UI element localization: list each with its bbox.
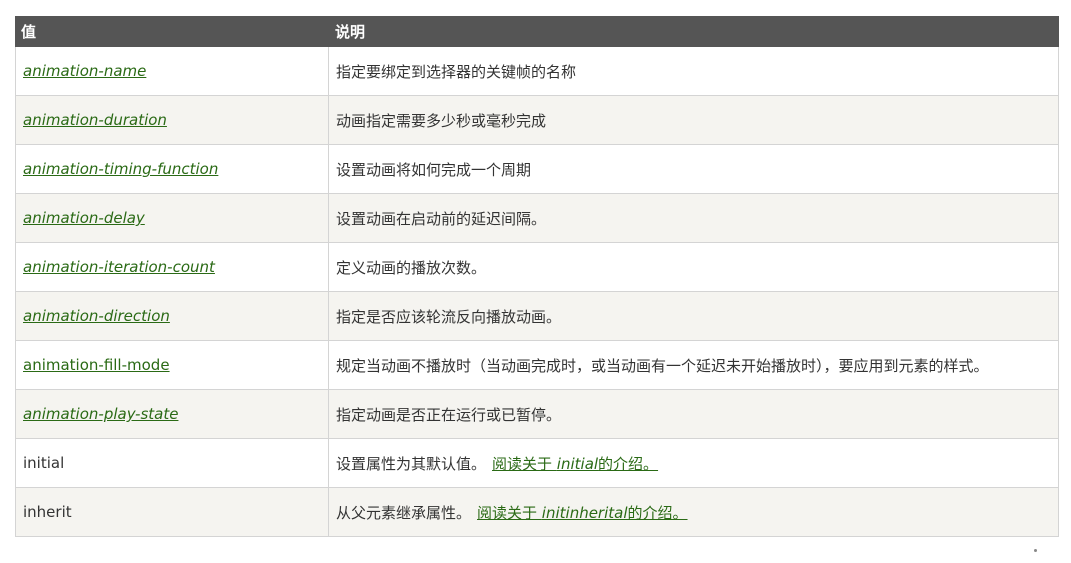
reference-table-container: 值 说明 animation-name 指定要绑定到选择器的关键帧的名称 ani… (15, 16, 1059, 537)
link-suffix: 的介绍。 (627, 503, 688, 522)
row-description: 指定要绑定到选择器的关键帧的名称 (328, 46, 1059, 96)
animation-name-link[interactable]: animation-name (23, 62, 146, 80)
animation-duration-link[interactable]: animation-duration (23, 111, 167, 129)
row-description: 规定当动画不播放时（当动画完成时，或当动画有一个延迟未开始播放时），要应用到元素… (328, 340, 1059, 390)
table-row: animation-fill-mode 规定当动画不播放时（当动画完成时，或当动… (15, 340, 1059, 390)
table-row: animation-play-state 指定动画是否正在运行或已暂停。 (15, 389, 1059, 439)
table-row: animation-duration 动画指定需要多少秒或毫秒完成 (15, 95, 1059, 145)
read-inherit-link[interactable]: 阅读关于 initinherital的介绍。 (477, 504, 688, 522)
row-description: 指定动画是否正在运行或已暂停。 (328, 389, 1059, 439)
animation-direction-link[interactable]: animation-direction (23, 307, 170, 325)
table-row: inherit 从父元素继承属性。 阅读关于 initinherital的介绍。 (15, 487, 1059, 537)
row-description: 设置属性为其默认值。 (336, 454, 487, 473)
table-row: animation-delay 设置动画在启动前的延迟间隔。 (15, 193, 1059, 243)
animation-play-state-link[interactable]: animation-play-state (23, 405, 178, 423)
row-description: 设置动画将如何完成一个周期 (328, 144, 1059, 194)
header-value: 值 (15, 16, 329, 47)
animation-delay-link[interactable]: animation-delay (23, 209, 145, 227)
read-initial-link[interactable]: 阅读关于 initial的介绍。 (492, 455, 658, 473)
table-header-row: 值 说明 (15, 16, 1059, 47)
table-row: animation-timing-function 设置动画将如何完成一个周期 (15, 144, 1059, 194)
animation-timing-function-link[interactable]: animation-timing-function (23, 160, 218, 178)
animation-fill-mode-link[interactable]: animation-fill-mode (23, 356, 170, 374)
link-prefix: 阅读关于 (492, 454, 557, 473)
link-suffix: 的介绍。 (598, 454, 659, 473)
table-row: initial 设置属性为其默认值。 阅读关于 initial的介绍。 (15, 438, 1059, 488)
animation-values-table: 值 说明 animation-name 指定要绑定到选择器的关键帧的名称 ani… (15, 16, 1059, 537)
row-value: initial (15, 438, 329, 488)
table-row: animation-direction 指定是否应该轮流反向播放动画。 (15, 291, 1059, 341)
row-description: 动画指定需要多少秒或毫秒完成 (328, 95, 1059, 145)
row-description: 从父元素继承属性。 (336, 503, 472, 522)
decorative-dot (1034, 549, 1037, 552)
animation-iteration-count-link[interactable]: animation-iteration-count (23, 258, 215, 276)
header-description: 说明 (328, 16, 1059, 47)
table-row: animation-iteration-count 定义动画的播放次数。 (15, 242, 1059, 292)
row-description: 指定是否应该轮流反向播放动画。 (328, 291, 1059, 341)
row-description: 定义动画的播放次数。 (328, 242, 1059, 292)
row-value: inherit (15, 487, 329, 537)
link-prefix: 阅读关于 (477, 503, 542, 522)
link-keyword: initinherital (541, 503, 628, 522)
table-row: animation-name 指定要绑定到选择器的关键帧的名称 (15, 46, 1059, 96)
row-description: 设置动画在启动前的延迟间隔。 (328, 193, 1059, 243)
link-keyword: initial (556, 454, 599, 473)
